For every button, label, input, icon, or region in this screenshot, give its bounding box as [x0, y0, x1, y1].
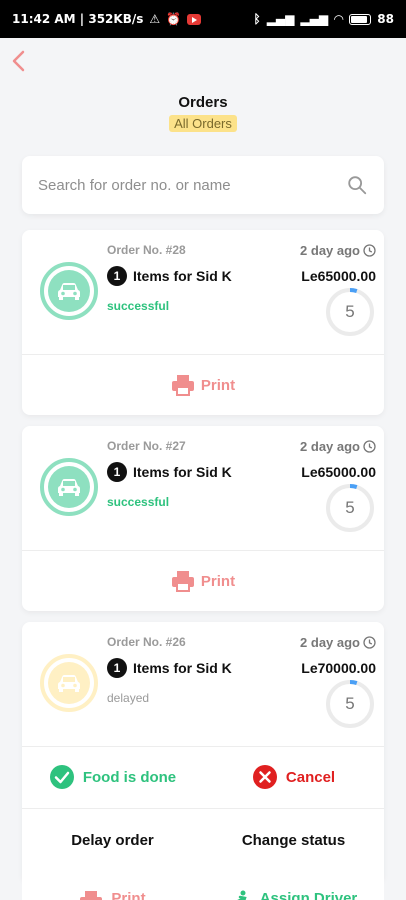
- order-number: Order No. #26: [107, 635, 186, 649]
- order-age-label: 2 day ago: [300, 635, 360, 650]
- order-items: 1 Items for Sid K: [107, 266, 232, 286]
- order-actions: Food is done Cancel Delay order Change s…: [22, 746, 384, 871]
- order-status: delayed: [107, 691, 150, 705]
- order-status: successful: [107, 299, 170, 313]
- food-done-label: Food is done: [82, 768, 177, 786]
- change-status-button[interactable]: Change status: [203, 809, 384, 871]
- check-circle-icon: [49, 765, 74, 789]
- order-items-label: Items for Sid K: [133, 660, 232, 676]
- order-age: 2 day ago: [300, 439, 376, 454]
- order-card-summary: Order No. #28 1 Items for Sid K successful 2…: [22, 230, 384, 354]
- order-price: Le70000.00: [301, 660, 376, 676]
- print-label: Print: [200, 376, 236, 394]
- order-card-summary: Order No. #27 1 Items for Sid K successful 2…: [22, 426, 384, 550]
- status-bar: 11:42 AM | 352KB/s ⚠ ⏰ ᛒ ▂▄▆ ▂▄▆ ◠ 88: [0, 0, 406, 38]
- prep-timer: 5: [324, 286, 376, 338]
- order-price: Le65000.00: [301, 268, 376, 284]
- search-icon[interactable]: [346, 174, 368, 196]
- assign-driver-label: Assign Driver: [259, 890, 358, 900]
- item-count-badge: 1: [107, 658, 127, 678]
- action-row-bottom: Print Assign Driver: [22, 870, 384, 900]
- battery-icon: [349, 13, 372, 25]
- cancel-label: Cancel: [285, 768, 336, 786]
- wifi-icon: ◠: [334, 12, 344, 26]
- order-age-label: 2 day ago: [300, 439, 360, 454]
- order-age: 2 day ago: [300, 635, 376, 650]
- print-row: Print: [22, 551, 384, 611]
- filter-chip[interactable]: All Orders: [169, 115, 237, 132]
- prep-timer: 5: [324, 678, 376, 730]
- car-icon: [58, 675, 80, 692]
- print-row: Print: [22, 355, 384, 415]
- prep-timer: 5: [324, 482, 376, 534]
- driver-icon: [236, 890, 247, 900]
- car-icon: [58, 283, 80, 300]
- order-number: Order No. #28: [107, 243, 186, 257]
- clock-icon: [363, 440, 376, 453]
- item-count-badge: 1: [107, 462, 127, 482]
- order-card[interactable]: Order No. #27 1 Items for Sid K successful 2…: [22, 426, 384, 611]
- order-status: successful: [107, 495, 170, 509]
- cancel-circle-icon: [252, 765, 277, 789]
- order-number: Order No. #27: [107, 439, 186, 453]
- status-time: 11:42 AM | 352KB/s: [12, 12, 144, 26]
- order-items: 1 Items for Sid K: [107, 658, 232, 678]
- search-input[interactable]: [38, 176, 346, 194]
- order-card-summary: Order No. #26 1 Items for Sid K delayed 2 da…: [22, 622, 384, 746]
- bluetooth-icon: ᛒ: [253, 12, 261, 26]
- order-card[interactable]: Order No. #28 1 Items for Sid K successful 2…: [22, 230, 384, 415]
- action-row-primary: Food is done Cancel: [22, 746, 384, 808]
- page-title: Orders: [178, 94, 228, 111]
- print-label: Print: [200, 572, 236, 590]
- timer-value: 5: [345, 694, 355, 713]
- order-items-label: Items for Sid K: [133, 268, 232, 284]
- search-bar: [22, 156, 384, 214]
- back-arrow-icon[interactable]: [6, 48, 32, 74]
- printer-icon: [171, 375, 194, 396]
- delivery-type-badge: [40, 654, 98, 712]
- print-button-order-26[interactable]: Print: [22, 870, 203, 900]
- battery-level: 88: [377, 12, 394, 26]
- food-done-button[interactable]: Food is done: [22, 746, 203, 808]
- clock-icon: [363, 244, 376, 257]
- print-button[interactable]: Print: [171, 374, 235, 396]
- signal-icon: ▂▄▆: [266, 12, 295, 26]
- signal-2-icon: ▂▄▆: [300, 12, 329, 26]
- print-button[interactable]: Print: [171, 570, 235, 592]
- print-label: Print: [111, 890, 146, 900]
- delay-order-button[interactable]: Delay order: [22, 809, 203, 871]
- delivery-type-badge: [40, 262, 98, 320]
- youtube-icon: [187, 13, 202, 25]
- order-items-label: Items for Sid K: [133, 464, 232, 480]
- clock-icon: [363, 636, 376, 649]
- timer-value: 5: [345, 498, 355, 517]
- assign-driver-button[interactable]: Assign Driver: [203, 870, 384, 900]
- action-row-secondary: Delay order Change status: [22, 809, 384, 871]
- alarm-icon: ⏰: [166, 12, 182, 26]
- delivery-type-badge: [40, 458, 98, 516]
- item-count-badge: 1: [107, 266, 127, 286]
- page-header: Orders All Orders: [0, 94, 406, 133]
- cancel-button[interactable]: Cancel: [203, 746, 384, 808]
- printer-icon: [171, 571, 194, 592]
- timer-value: 5: [345, 302, 355, 321]
- order-items: 1 Items for Sid K: [107, 462, 232, 482]
- mute-icon: ⚠: [149, 12, 161, 26]
- order-price: Le65000.00: [301, 464, 376, 480]
- car-icon: [58, 479, 80, 496]
- order-age: 2 day ago: [300, 243, 376, 258]
- order-age-label: 2 day ago: [300, 243, 360, 258]
- printer-icon: [80, 891, 103, 900]
